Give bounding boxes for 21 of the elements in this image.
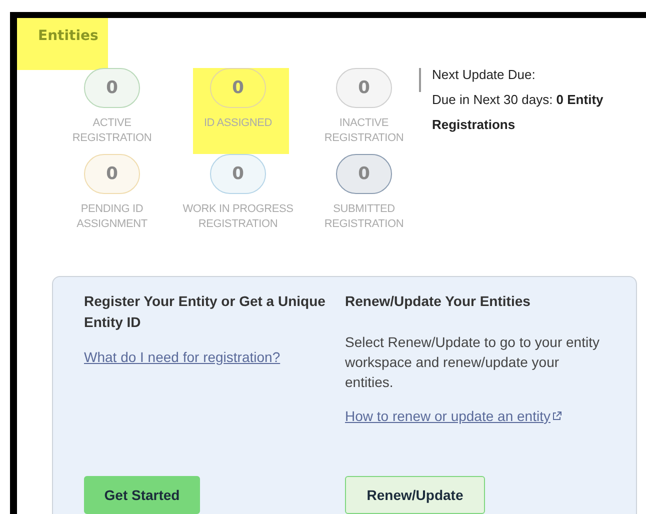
stat-label: WORK IN PROGRESS REGISTRATION <box>182 202 294 232</box>
section-title: Entities <box>37 27 100 44</box>
help-link[interactable]: What do I need for registration? <box>84 349 280 365</box>
stat-label: ACTIVE REGISTRATION <box>71 116 153 146</box>
stat-label: ID ASSIGNED <box>202 116 274 131</box>
count-badge[interactable]: 0 <box>84 68 140 108</box>
card-description: Select Renew/Update to go to your entity workspace and renew/update your entities. <box>345 333 600 392</box>
card-heading: Register Your Entity or Get a Unique Entity ID <box>84 292 326 332</box>
help-link[interactable]: How to renew or update an entity <box>345 408 562 424</box>
stat-label: INACTIVE REGISTRATION <box>323 116 405 146</box>
stat-label: SUBMITTED REGISTRATION <box>323 202 405 232</box>
card-heading: Renew/Update Your Entities <box>345 292 532 311</box>
count-badge[interactable]: 0 <box>336 154 392 194</box>
stat-label: PENDING ID ASSIGNMENT <box>76 202 148 232</box>
count-badge[interactable]: 0 <box>336 68 392 108</box>
next-update-text: Due in Next 30 days: 0 Entity Registrations <box>432 91 604 134</box>
count-badge[interactable]: 0 <box>210 154 266 194</box>
next-update-heading: Next Update Due: <box>432 66 536 84</box>
renew-button[interactable]: Renew/Update <box>345 476 485 514</box>
count-badge[interactable]: 0 <box>84 154 140 194</box>
get-started-button[interactable]: Get Started <box>84 476 200 514</box>
